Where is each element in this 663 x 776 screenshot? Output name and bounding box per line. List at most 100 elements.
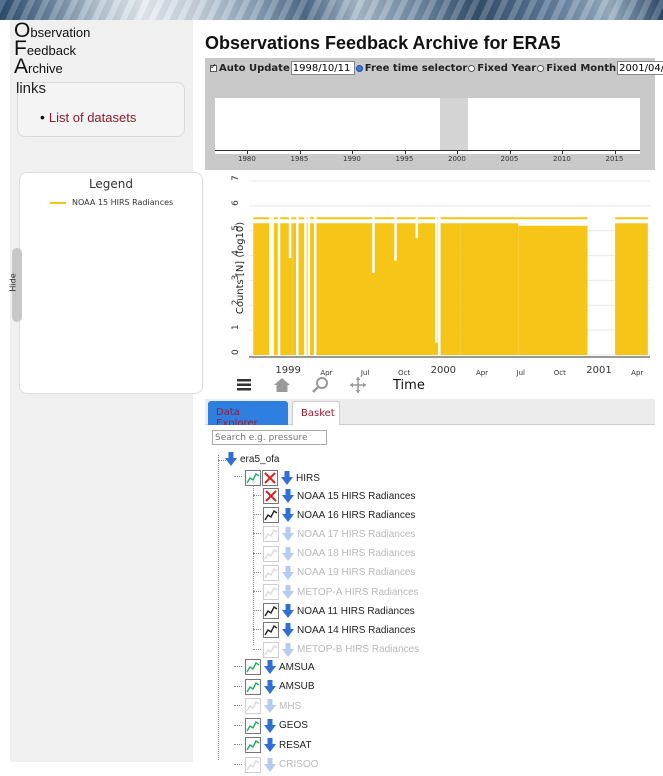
timeline-year-label: 2005	[500, 155, 519, 163]
x-tick-label: Oct	[554, 369, 566, 377]
tree-connector	[234, 763, 242, 765]
start-date-input[interactable]	[290, 61, 355, 75]
tree-group-label: AMSUB	[279, 681, 315, 692]
tab-basket[interactable]: Basket	[292, 401, 340, 425]
pan-icon[interactable]	[346, 376, 370, 394]
download-icon[interactable]	[280, 526, 296, 542]
download-icon[interactable]	[280, 584, 296, 600]
tree-connector	[234, 705, 242, 706]
tree-group[interactable]: AMSUA	[245, 659, 315, 675]
download-icon[interactable]	[279, 470, 295, 486]
tree-group-label: RESAT	[279, 739, 312, 751]
tree-group[interactable]: CRISOO	[245, 756, 318, 773]
chart-icon[interactable]	[263, 641, 279, 658]
chart-icon[interactable]	[263, 507, 279, 524]
download-icon[interactable]	[280, 546, 296, 562]
tree-connector	[253, 495, 261, 496]
download-icon[interactable]	[262, 698, 278, 714]
download-icon[interactable]	[280, 488, 296, 504]
dropout-gap	[372, 217, 375, 273]
tree-item-label: NOAA 11 HIRS Radiances	[297, 605, 415, 617]
fixed-month-radio[interactable]	[537, 64, 545, 72]
timeline-tick	[614, 150, 616, 154]
remove-icon[interactable]	[263, 488, 279, 504]
tree-connector	[234, 666, 242, 667]
download-icon[interactable]	[262, 757, 278, 773]
timeline-track[interactable]	[215, 98, 640, 154]
legend-item[interactable]: NOAA 15 HIRS Radiances	[50, 198, 173, 207]
zoom-icon[interactable]	[308, 376, 332, 394]
tree-item[interactable]: NOAA 11 HIRS Radiances	[263, 603, 415, 620]
tree-item[interactable]: NOAA 17 HIRS Radiances	[263, 526, 415, 543]
hide-label: Hide	[8, 273, 18, 292]
download-icon[interactable]	[280, 622, 296, 638]
download-icon[interactable]	[262, 718, 278, 734]
chart-icon[interactable]	[245, 659, 261, 675]
tree-item-label: NOAA 19 HIRS Radiances	[297, 567, 416, 579]
tree-item[interactable]: METOP-A HIRS Radiances	[263, 584, 419, 600]
tree-group[interactable]: RESAT	[245, 737, 312, 753]
download-icon[interactable]	[280, 507, 296, 523]
timeline-tick	[352, 150, 353, 154]
dropout-gap	[269, 217, 272, 355]
download-icon[interactable]	[262, 679, 278, 695]
download-icon[interactable]	[262, 659, 278, 675]
tree-group-hirs[interactable]: HIRS	[245, 470, 320, 486]
fixed-year-radio[interactable]	[468, 64, 476, 72]
tree-item[interactable]: NOAA 19 HIRS Radiances	[263, 564, 416, 581]
download-icon[interactable]	[280, 642, 296, 658]
counts-chart[interactable]: 01234567Counts [N] (log10)1999 Apr Jul Oct 2…	[205, 175, 655, 395]
tree-item[interactable]: NOAA 15 HIRS Radiances	[263, 488, 415, 504]
chart-icon[interactable]	[245, 756, 261, 773]
tree-group[interactable]: AMSUB	[245, 678, 315, 695]
chart-icon[interactable]	[245, 678, 261, 695]
search-input[interactable]	[212, 430, 327, 445]
free-time-radio[interactable]	[355, 64, 363, 72]
dropout-gap	[415, 217, 419, 239]
chart-icon[interactable]	[263, 584, 279, 600]
tree-group[interactable]: GEOS	[245, 717, 308, 734]
download-icon[interactable]	[262, 737, 278, 753]
tree-item[interactable]: NOAA 14 HIRS Radiances	[263, 622, 415, 639]
tree-root[interactable]: era5_ofa	[223, 451, 279, 467]
chart-area[interactable]: 0 1 2 3 4 5 6 7 Counts [N] (log10) 1999 Apr Jul Oct 2…	[205, 175, 655, 395]
download-icon[interactable]	[223, 451, 239, 467]
download-icon[interactable]	[280, 603, 296, 619]
tree-group[interactable]: MHS	[245, 698, 301, 714]
tree-item[interactable]: METOP-B HIRS Radiances	[263, 641, 420, 658]
hide-legend-tab[interactable]: Hide	[8, 248, 22, 322]
tree-connector	[234, 685, 242, 687]
home-icon[interactable]	[270, 376, 294, 394]
chart-icon[interactable]	[245, 717, 261, 734]
coverage-bar	[460, 223, 519, 355]
chart-toolbar	[232, 376, 384, 394]
tab-data-explorer[interactable]: Data Explorer	[208, 401, 288, 429]
tree-connector	[253, 648, 261, 650]
end-date-input[interactable]	[617, 61, 663, 75]
tree-item[interactable]: NOAA 18 HIRS Radiances	[263, 545, 415, 562]
timeline-tick	[299, 150, 301, 154]
dataset-link-label[interactable]: List of datasets	[49, 110, 136, 125]
y-tick-label: 6	[231, 200, 241, 206]
remove-icon[interactable]	[262, 470, 278, 486]
timeline-year-label: 2000	[448, 155, 466, 163]
dropout-gap	[277, 217, 281, 355]
chart-icon[interactable]	[263, 622, 279, 639]
dropout-gap	[438, 217, 441, 355]
tree-item-label: METOP-B HIRS Radiances	[297, 644, 420, 656]
chart-icon[interactable]	[245, 698, 261, 714]
chart-icon[interactable]	[263, 526, 279, 543]
dataset-link[interactable]: • List of datasets	[40, 109, 136, 125]
auto-update-checkbox[interactable]	[210, 62, 217, 72]
chart-icon[interactable]	[263, 545, 279, 562]
chart-icon[interactable]	[245, 470, 261, 486]
chart-icon[interactable]	[245, 737, 261, 753]
legend-label: NOAA 15 HIRS Radiances	[72, 198, 174, 207]
tree-item[interactable]: NOAA 16 HIRS Radiances	[263, 507, 415, 524]
download-icon[interactable]	[280, 565, 296, 581]
chart-icon[interactable]	[263, 564, 279, 581]
chart-icon[interactable]	[263, 603, 279, 620]
dataset-tree: era5_ofa HIRS NOAA 15 HIRS Radiances NOAA 1…	[205, 425, 655, 773]
timeline-selection[interactable]	[440, 98, 468, 150]
menu-icon[interactable]	[232, 376, 256, 394]
